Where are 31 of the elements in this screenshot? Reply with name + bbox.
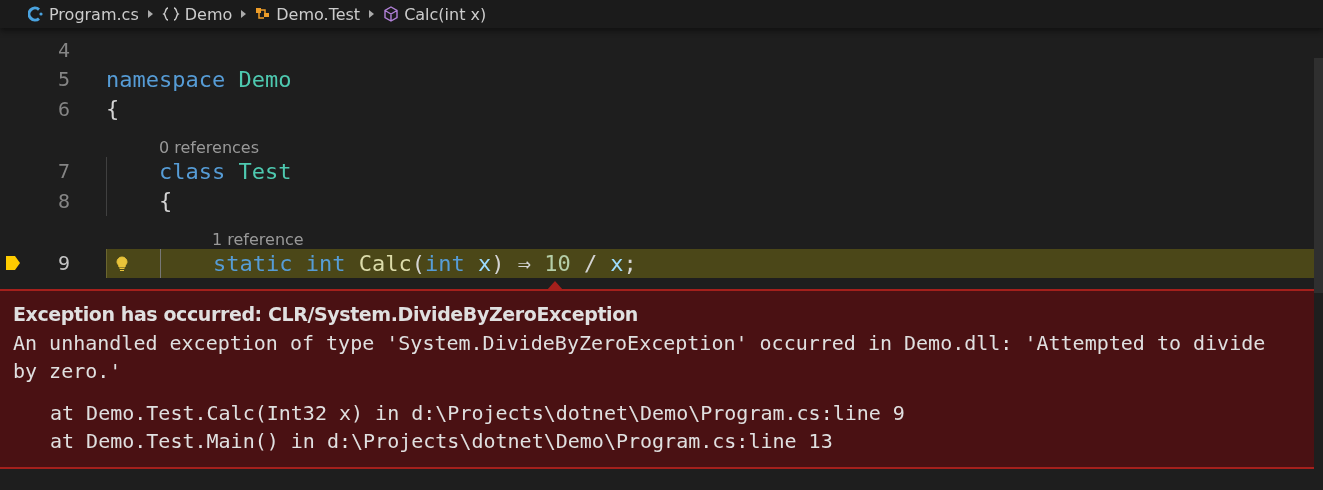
code-line: { <box>106 96 120 122</box>
code-line: class Test <box>159 158 292 184</box>
line-number: 7 <box>57 159 70 184</box>
scrollbar[interactable] <box>1314 58 1323 293</box>
class-icon <box>255 6 272 22</box>
stack-frame: at Demo.Test.Calc(Int32 x) in d:\Projects\dotnet\Demo\Program.cs:line 9 <box>50 399 1301 427</box>
line-number: 4 <box>57 37 70 62</box>
codelens-text[interactable]: 0 references <box>53 137 259 157</box>
braces-icon <box>161 6 180 22</box>
line-number: 9 <box>57 251 70 276</box>
codelens-text[interactable]: 1 reference <box>106 229 304 249</box>
breadcrumb-item[interactable]: Program.cs <box>49 4 139 24</box>
code-line: { <box>159 188 173 214</box>
csharp-file-icon <box>28 6 44 22</box>
debug-arrow-icon <box>6 256 20 271</box>
cube-icon <box>383 6 400 22</box>
breadcrumb-item[interactable]: Demo <box>184 4 233 24</box>
code-line: namespace Demo <box>106 66 292 92</box>
chevron-right-icon <box>146 9 154 19</box>
line-number: 8 <box>57 188 70 213</box>
code-line: static int Calc(int x) ⇒ 10 / x; <box>213 250 637 276</box>
line-number: 5 <box>57 67 70 92</box>
chevron-right-icon <box>368 9 376 19</box>
chevron-right-icon <box>240 9 248 19</box>
breadcrumb-item[interactable]: Calc(int x) <box>404 4 487 24</box>
exception-message: An unhandled exception of type 'System.DivideByZeroException' occurred in Demo.dll: 'Attempted to divide by zero.' <box>13 330 1267 385</box>
exception-title: Exception has occurred: CLR/System.DivideByZeroException <box>13 303 639 325</box>
breadcrumb-item[interactable]: Demo.Test <box>276 4 361 24</box>
lightbulb-icon <box>115 254 129 272</box>
stack-frame: at Demo.Test.Main() in d:\Projects\dotnet\Demo\Program.cs:line 13 <box>50 427 1301 455</box>
line-number: 6 <box>57 96 70 121</box>
